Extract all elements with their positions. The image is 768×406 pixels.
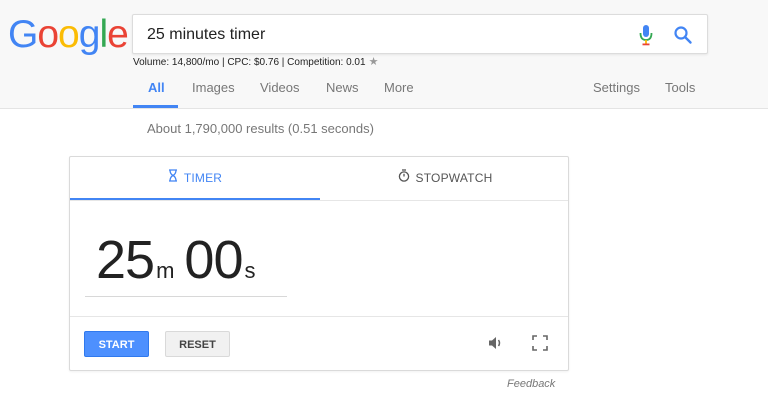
tab-settings[interactable]: Settings bbox=[593, 80, 640, 95]
tab-stopwatch[interactable]: STOPWATCH bbox=[320, 157, 570, 200]
tab-timer[interactable]: TIMER bbox=[70, 157, 320, 200]
tab-tools[interactable]: Tools bbox=[665, 80, 695, 95]
keyword-stats-bar: Volume: 14,800/mo | CPC: $0.76 | Competi… bbox=[133, 56, 378, 69]
google-logo[interactable]: Google bbox=[8, 12, 129, 58]
logo-letter: l bbox=[99, 13, 108, 56]
search-input[interactable] bbox=[147, 24, 627, 46]
timer-seconds: 00 bbox=[184, 230, 243, 290]
header: Google Volume: 14,800/mo | CPC: $0.76 | … bbox=[0, 0, 768, 109]
logo-letter: e bbox=[107, 13, 129, 56]
results-count: About 1,790,000 results (0.51 seconds) bbox=[147, 121, 374, 136]
feedback-link[interactable]: Feedback bbox=[507, 378, 555, 390]
tab-all[interactable]: All bbox=[148, 80, 165, 95]
divider bbox=[70, 316, 568, 317]
timer-minutes: 25 bbox=[96, 230, 155, 290]
tab-news[interactable]: News bbox=[326, 80, 359, 95]
fullscreen-icon[interactable] bbox=[532, 335, 548, 351]
tab-videos[interactable]: Videos bbox=[260, 80, 300, 95]
timer-minutes-unit: m bbox=[156, 258, 175, 283]
tab-images[interactable]: Images bbox=[192, 80, 235, 95]
timer-card: TIMER STOPWATCH 25m 00s START RESET bbox=[69, 156, 569, 371]
timer-display[interactable]: 25m 00s bbox=[96, 227, 265, 293]
logo-letter: o bbox=[58, 13, 80, 56]
search-icon[interactable] bbox=[673, 25, 693, 45]
logo-letter: o bbox=[37, 13, 59, 56]
stopwatch-icon bbox=[398, 157, 410, 200]
tab-stopwatch-label: STOPWATCH bbox=[415, 171, 493, 185]
start-button[interactable]: START bbox=[84, 331, 149, 357]
timer-input-underline bbox=[85, 296, 287, 297]
tab-more[interactable]: More bbox=[384, 80, 414, 95]
divider bbox=[70, 200, 568, 201]
search-box bbox=[132, 14, 708, 54]
volume-icon[interactable] bbox=[487, 335, 505, 351]
microphone-icon[interactable] bbox=[638, 24, 654, 46]
tab-timer-label: TIMER bbox=[183, 171, 223, 185]
active-tab-indicator bbox=[133, 105, 178, 108]
logo-letter: g bbox=[78, 13, 101, 56]
star-icon[interactable]: ★ bbox=[369, 56, 379, 68]
search-tabs: All Images Videos News More Settings Too… bbox=[0, 70, 768, 108]
hourglass-icon bbox=[168, 157, 178, 200]
keyword-stats-text: Volume: 14,800/mo | CPC: $0.76 | Competi… bbox=[133, 57, 366, 68]
reset-button[interactable]: RESET bbox=[165, 331, 230, 357]
timer-seconds-unit: s bbox=[244, 258, 256, 283]
logo-letter: G bbox=[8, 13, 38, 56]
